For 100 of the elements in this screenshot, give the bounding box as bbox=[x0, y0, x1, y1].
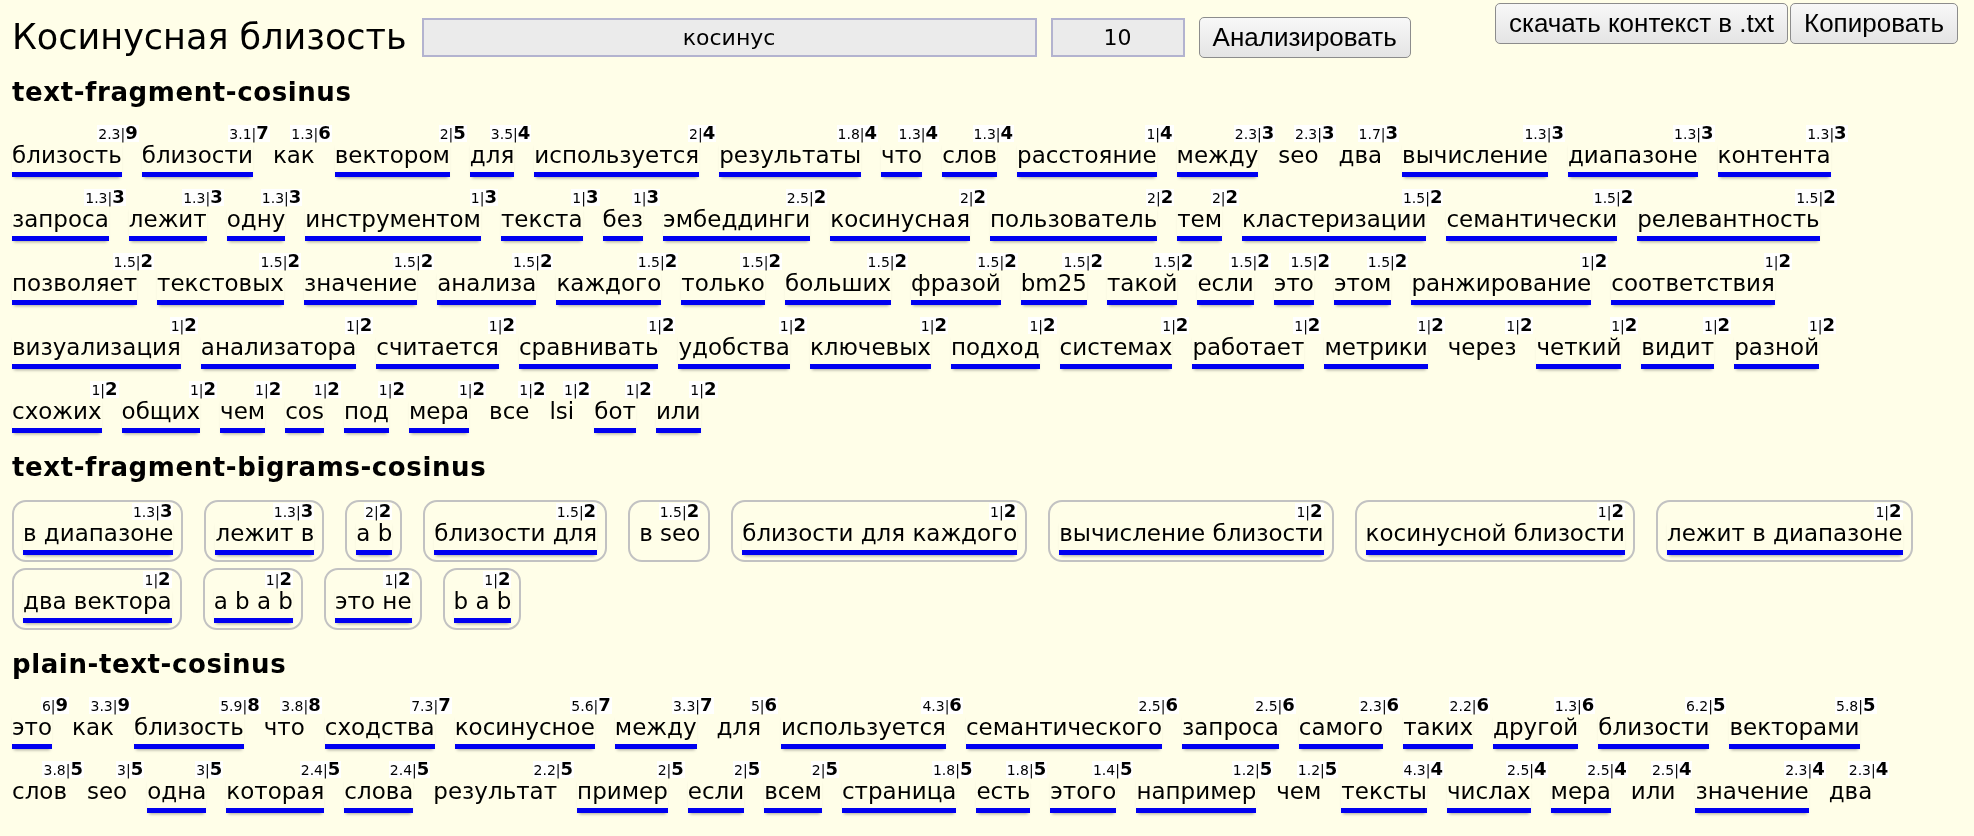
score-label: 1|2 bbox=[1702, 317, 1732, 334]
score-label: 2|2 bbox=[1210, 189, 1240, 206]
keyword: в seo bbox=[639, 520, 701, 548]
keyword: четкий bbox=[1536, 334, 1622, 369]
score-label: 1.3|3 bbox=[1806, 125, 1848, 142]
section-heading: text-fragment-bigrams-cosinus bbox=[12, 453, 488, 481]
keyword: подход bbox=[950, 334, 1040, 369]
score-label: 1|2 bbox=[483, 571, 512, 588]
keyword: слова bbox=[344, 778, 414, 813]
keyword: слов bbox=[12, 778, 67, 806]
keyword: мера bbox=[1550, 778, 1611, 813]
keyword: результат bbox=[433, 778, 558, 806]
copy-button[interactable]: Копировать bbox=[1790, 3, 1958, 44]
score-label: 1.8|5 bbox=[1005, 761, 1048, 778]
score-label: 1|2 bbox=[487, 317, 516, 334]
score-label: 1|2 bbox=[1416, 317, 1445, 334]
keyword: запроса bbox=[1182, 714, 1279, 749]
query-field[interactable]: косинус bbox=[421, 18, 1037, 57]
score-label: 1|2 bbox=[1293, 317, 1322, 334]
score-label: 1.4|5 bbox=[1091, 761, 1134, 778]
keyword: инструментом bbox=[305, 206, 481, 241]
score-label: 1.5|2 bbox=[112, 253, 155, 270]
keyword: например bbox=[1136, 778, 1257, 813]
keyword: чем bbox=[1276, 778, 1322, 806]
keyword: lsi bbox=[549, 398, 575, 426]
score-label: 2|5 bbox=[438, 125, 467, 142]
download-button[interactable]: скачать контекст в .txt bbox=[1495, 3, 1788, 44]
keyword: косинусное bbox=[454, 714, 595, 749]
score-label: 2.5|2 bbox=[785, 189, 828, 206]
score-label: 2.5|4 bbox=[1586, 761, 1628, 778]
analyze-button[interactable]: Анализировать bbox=[1198, 17, 1411, 58]
keyword: метрики bbox=[1324, 334, 1428, 369]
keyword: используется bbox=[534, 142, 700, 177]
score-label: 1|2 bbox=[563, 381, 592, 398]
score-label: 7.3|7 bbox=[410, 697, 452, 714]
count-field[interactable]: 10 bbox=[1050, 18, 1185, 57]
keyword: одну bbox=[226, 206, 286, 241]
keyword: пример bbox=[577, 778, 668, 813]
score-label: 2|5 bbox=[733, 761, 762, 778]
keyword: seo bbox=[87, 778, 128, 806]
keyword: тем bbox=[1177, 206, 1223, 241]
score-label: 1|2 bbox=[377, 381, 406, 398]
score-label: 2|5 bbox=[810, 761, 839, 778]
keyword: a b a b bbox=[213, 588, 293, 623]
keyword: чем bbox=[220, 398, 266, 433]
score-label: 2|2 bbox=[958, 189, 988, 206]
score-label: 1.3|3 bbox=[260, 189, 303, 206]
keyword: все bbox=[489, 398, 530, 426]
score-label: 1|2 bbox=[254, 381, 283, 398]
score-label: 1.5|2 bbox=[1366, 253, 1409, 270]
score-label: 3.5|4 bbox=[489, 125, 532, 142]
keyword: этого bbox=[1050, 778, 1117, 813]
score-label: 1.5|2 bbox=[1289, 253, 1331, 270]
keyword: ключевых bbox=[809, 334, 931, 369]
score-label: 1.5|2 bbox=[636, 253, 679, 270]
keyword: для bbox=[469, 142, 515, 177]
keyword: близости bbox=[141, 142, 253, 177]
score-label: 4.3|4 bbox=[1402, 761, 1444, 778]
keyword: анализа bbox=[437, 270, 537, 305]
keyword: считается bbox=[376, 334, 499, 369]
score-label: 1|2 bbox=[345, 317, 374, 334]
score-label: 3|5 bbox=[116, 761, 145, 778]
keyword: используется bbox=[781, 714, 946, 749]
keyword: слов bbox=[942, 142, 998, 177]
keyword: только bbox=[681, 270, 765, 305]
score-label: 1|2 bbox=[989, 503, 1018, 520]
keyword: вектором bbox=[334, 142, 450, 177]
score-label: 3.8|8 bbox=[280, 697, 322, 714]
score-label: 3|5 bbox=[195, 761, 224, 778]
score-label: 1.7|3 bbox=[1357, 125, 1400, 142]
score-label: 1.5|2 bbox=[1062, 253, 1104, 270]
score-label: 1.8|4 bbox=[836, 125, 879, 142]
score-label: 1|2 bbox=[1580, 253, 1609, 270]
score-label: 3.3|7 bbox=[672, 697, 714, 714]
keyword: разной bbox=[1734, 334, 1820, 369]
section-heading: plain-text-cosinus bbox=[12, 650, 288, 678]
score-label: 3.8|5 bbox=[42, 761, 84, 778]
keyword: два вектора bbox=[23, 588, 172, 623]
keyword: или bbox=[655, 398, 701, 433]
keyword: схожих bbox=[12, 398, 102, 433]
keyword: есть bbox=[976, 778, 1031, 813]
keyword: удобства bbox=[678, 334, 790, 369]
score-label: 2.3|3 bbox=[1233, 125, 1276, 142]
score-label: 2.5|4 bbox=[1506, 761, 1548, 778]
keyword: диапазоне bbox=[1567, 142, 1698, 177]
keyword: cos bbox=[285, 398, 324, 433]
score-label: 2.2|6 bbox=[1448, 697, 1491, 714]
keyword: если bbox=[687, 778, 745, 813]
score-label: 1|2 bbox=[169, 317, 198, 334]
score-label: 2.5|6 bbox=[1137, 697, 1180, 714]
keyword: или bbox=[1630, 778, 1676, 806]
keyword: как bbox=[72, 714, 114, 742]
keyword: два bbox=[1828, 778, 1873, 806]
keyword: вычисление близости bbox=[1059, 520, 1324, 555]
keyword: для bbox=[716, 714, 762, 742]
score-label: 1.5|2 bbox=[259, 253, 301, 270]
keyword: значение bbox=[1695, 778, 1809, 813]
score-label: 1.3|3 bbox=[1673, 125, 1715, 142]
score-label: 1|2 bbox=[1028, 317, 1057, 334]
keyword: другой bbox=[1493, 714, 1579, 749]
